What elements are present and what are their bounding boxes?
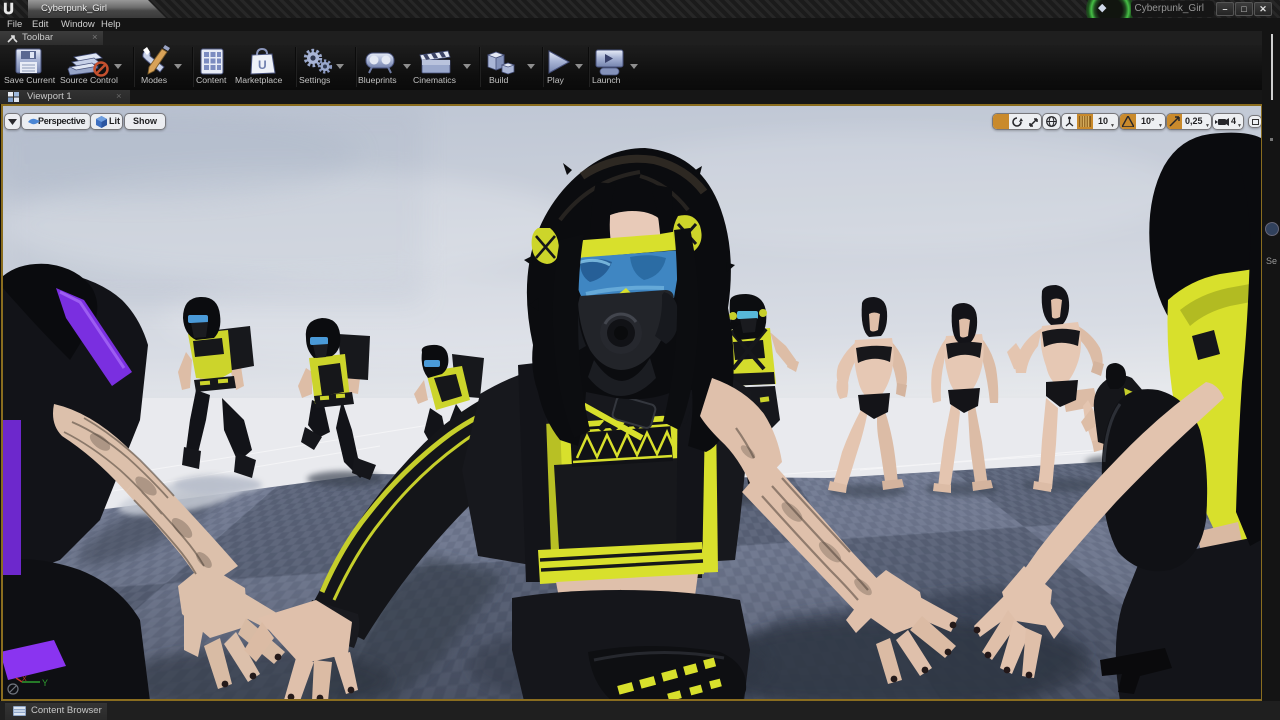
svg-text:Y: Y [42, 678, 48, 688]
svg-text:U: U [258, 58, 267, 72]
svg-text:X: X [22, 676, 27, 683]
